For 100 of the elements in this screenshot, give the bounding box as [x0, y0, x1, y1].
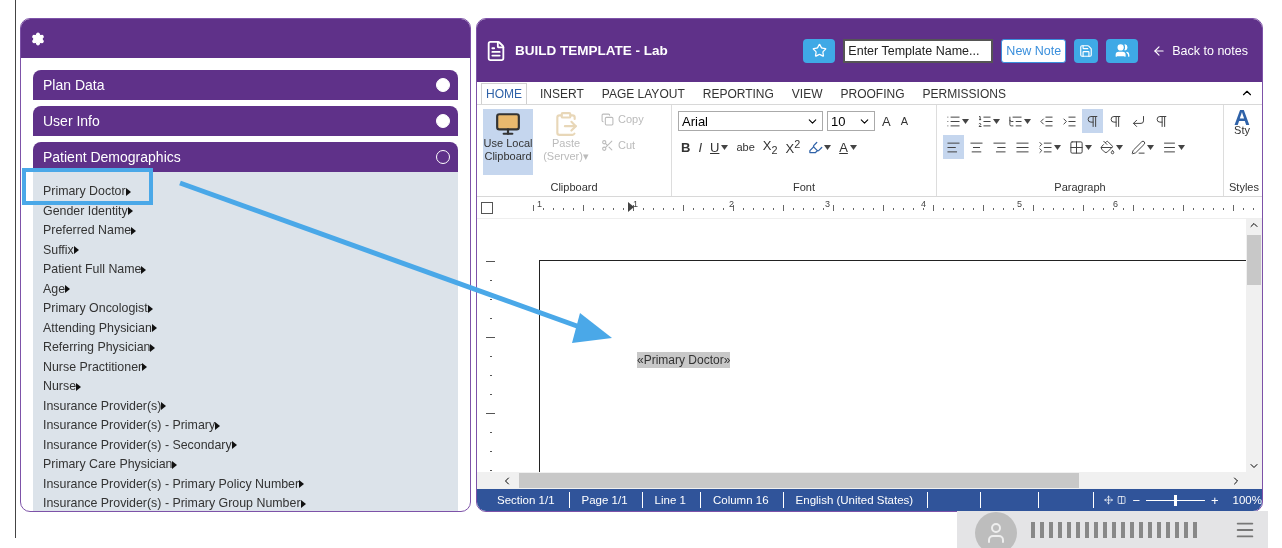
return-arrow-icon [1131, 113, 1146, 129]
field-item[interactable]: Nurse [43, 377, 82, 397]
ruler: 1 1 2 3 4 5 6 [533, 197, 1258, 218]
local-clipboard-button[interactable]: Use Local Clipboard [483, 109, 533, 175]
field-item[interactable]: Insurance Provider(s) - Primary Policy Number [43, 474, 305, 494]
caret-icon [150, 343, 156, 352]
font-style-button[interactable]: U [707, 136, 732, 158]
document-icon [485, 39, 507, 62]
users-button[interactable] [1106, 38, 1139, 63]
line-spacing-icon [1038, 139, 1053, 155]
field-item[interactable]: Age [43, 279, 71, 299]
font-style-button[interactable]: B [678, 136, 694, 158]
group-label: Paragraph [1054, 181, 1106, 193]
pilcrow-button[interactable] [1082, 109, 1103, 133]
caret-icon [76, 382, 82, 391]
grow-font-button[interactable]: A [879, 110, 894, 132]
caret-icon [231, 441, 237, 450]
status-text: English (United States) [783, 492, 929, 508]
font-color-button[interactable]: A [836, 136, 860, 158]
field-item[interactable]: Primary Care Physician [43, 455, 178, 475]
field-item[interactable]: Referring Physician [43, 338, 156, 358]
font-style-button[interactable]: I [695, 136, 705, 158]
field-item[interactable]: Insurance Provider(s) - Primary [43, 416, 221, 436]
ribbon-tab[interactable]: HOME [481, 83, 527, 104]
status-text: Column 16 [700, 492, 784, 508]
users-icon [1114, 43, 1130, 58]
zoom-slider-thumb[interactable] [1174, 494, 1177, 506]
field-item[interactable]: Insurance Provider(s) [43, 396, 167, 416]
caret-icon [215, 421, 221, 430]
field-item[interactable]: Insurance Provider(s) - Primary Group Number [43, 494, 306, 511]
caret-icon [151, 324, 157, 333]
field-item[interactable]: Patient Full Name [43, 260, 147, 280]
field-item[interactable]: Attending Physician [43, 318, 157, 338]
field-item[interactable]: Gender Identity [43, 201, 133, 221]
caret-icon [131, 226, 137, 235]
tree-list-icon [1008, 113, 1023, 129]
field-item[interactable]: Nurse Practitioner [43, 357, 148, 377]
field-item[interactable]: Suffix [43, 240, 79, 260]
align-center-icon [969, 139, 984, 155]
status-text: Line 1 [642, 492, 701, 508]
dropdown-caret-icon [849, 144, 857, 150]
styles-button[interactable]: A Sty [1226, 109, 1258, 175]
font-style-button[interactable]: X$^{2}$ [782, 136, 804, 158]
lines-icon [1162, 139, 1177, 155]
vertical-scrollbar[interactable] [1246, 219, 1262, 472]
caret-icon [73, 246, 79, 255]
editor-title: BUILD TEMPLATE - Lab [515, 43, 669, 58]
caret-icon [141, 265, 147, 274]
dropdown-caret-icon [824, 144, 832, 150]
align-left-icon [946, 139, 961, 155]
circle-icon [436, 114, 450, 128]
pilcrow-icon [1108, 113, 1123, 129]
field-item[interactable]: Primary Doctor [43, 182, 131, 202]
outdent-icon [1039, 113, 1054, 129]
save-button[interactable] [1074, 38, 1099, 63]
font-style-button[interactable]: X$_{2}$ [759, 136, 781, 158]
align-justify-icon [1015, 139, 1030, 155]
caret-icon [65, 285, 71, 294]
caret-icon [127, 207, 133, 216]
template-name-field[interactable]: Enter Template Name... [843, 38, 994, 63]
status-text: Page 1/1 [569, 492, 643, 508]
section-header[interactable]: Plan Data [33, 70, 458, 100]
back-link[interactable]: Back to notes [1152, 43, 1248, 58]
indent-icon [1062, 113, 1077, 129]
copy-icon [601, 112, 614, 126]
settings-icon[interactable] [31, 31, 45, 46]
section-header[interactable]: User Info [33, 106, 458, 136]
merge-field[interactable]: «Primary Doctor» [637, 352, 731, 368]
status-text: Section 1/1 [485, 492, 570, 508]
caret-icon [161, 402, 167, 411]
paint-bucket-icon [1100, 139, 1115, 155]
caret-icon [142, 363, 148, 372]
save-icon [1079, 43, 1094, 58]
field-item[interactable]: Primary Oncologist [43, 299, 153, 319]
font-style-button[interactable]: abe [733, 136, 758, 158]
scroll-thumb[interactable] [519, 473, 1079, 488]
caret-icon [299, 480, 305, 489]
field-item[interactable]: Preferred Name [43, 221, 137, 241]
field-item[interactable]: Insurance Provider(s) - Secondary [43, 435, 237, 455]
group-label: Styles [1229, 181, 1259, 193]
pilcrow-icon [1154, 113, 1169, 129]
font-family-select[interactable]: Arial [678, 111, 823, 131]
group-label: Font [793, 181, 815, 193]
favorite-button[interactable] [803, 38, 836, 63]
circle-icon [436, 78, 450, 92]
font-size-select[interactable]: 10 [827, 111, 875, 131]
zoom-out-button[interactable]: − [1132, 492, 1141, 508]
scroll-thumb[interactable] [1247, 235, 1261, 285]
caret-icon [172, 460, 178, 469]
zoom-in-button[interactable]: + [1210, 492, 1219, 508]
caret-icon [300, 499, 306, 508]
new-note-button[interactable]: New Note [1001, 38, 1067, 63]
highlighter-icon [808, 139, 824, 155]
caret-icon [147, 304, 153, 313]
caret-icon [125, 187, 131, 196]
numbered-list-icon [977, 113, 992, 129]
horizontal-scrollbar[interactable] [477, 472, 1262, 489]
section-header[interactable]: Patient Demographics [33, 142, 458, 172]
shrink-font-button[interactable]: A [897, 110, 911, 132]
pen-icon [1131, 139, 1146, 155]
